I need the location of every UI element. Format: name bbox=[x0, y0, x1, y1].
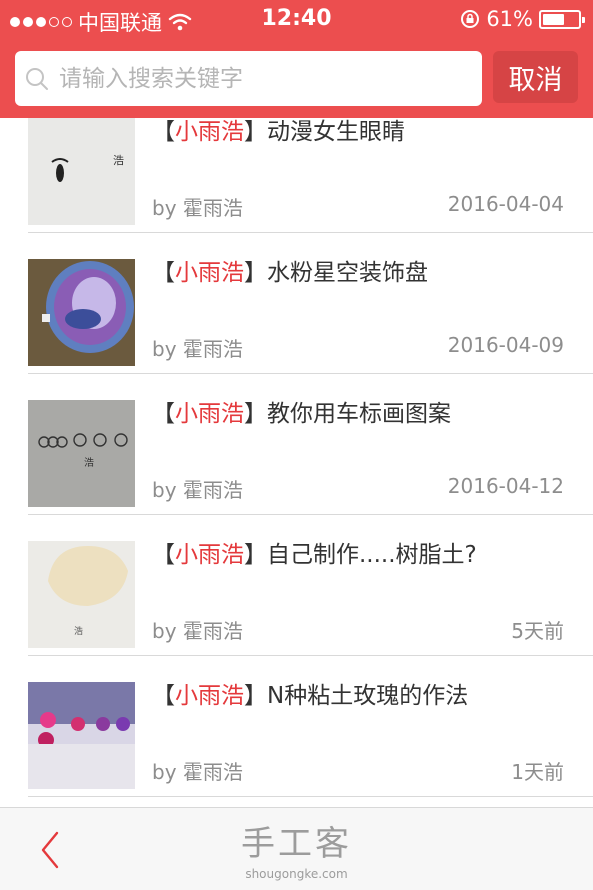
cancel-button[interactable]: 取消 bbox=[493, 51, 578, 103]
item-thumbnail: 浩 bbox=[28, 400, 135, 507]
bottom-bar: 手工客 shougongke.com bbox=[0, 807, 593, 890]
item-title: 【小雨浩】N种粘土玫瑰的作法 bbox=[152, 676, 468, 710]
rotation-lock-icon bbox=[461, 10, 480, 28]
list-item[interactable]: 浩 【小雨浩】动漫女生眼睛 by 霍雨浩 2016-04-04 bbox=[0, 118, 593, 247]
title-text: 自己制作.....树脂土? bbox=[267, 542, 477, 568]
item-author: by 霍雨浩 bbox=[152, 337, 243, 361]
result-list: 浩【小雨浩】动漫女生眼睛 by 霍雨浩 2016-04-04 【小雨浩】水粉星空装饰盘… bbox=[0, 118, 593, 807]
svg-text:浩: 浩 bbox=[113, 154, 124, 167]
item-thumbnail bbox=[28, 682, 135, 789]
search-box[interactable] bbox=[15, 51, 482, 106]
svg-text:浩: 浩 bbox=[84, 457, 94, 469]
battery-icon bbox=[539, 9, 585, 29]
title-text: N种粘土玫瑰的作法 bbox=[267, 683, 469, 709]
title-text: 水粉星空装饰盘 bbox=[267, 260, 428, 286]
item-divider bbox=[28, 655, 593, 656]
title-bracket-close: 】 bbox=[244, 119, 267, 145]
header-bar: 中国联通 12:40 61% 请输入搜索关键字 取消 bbox=[0, 0, 593, 118]
item-divider bbox=[28, 796, 593, 797]
status-bar: 中国联通 12:40 61% bbox=[0, 0, 593, 38]
title-author-tag: 小雨浩 bbox=[175, 119, 244, 145]
title-text: 教你用车标画图案 bbox=[267, 401, 451, 427]
item-author: by 霍雨浩 bbox=[152, 478, 243, 502]
site-logo: 手工客 shougongke.com bbox=[0, 816, 593, 881]
list-item[interactable]: 【小雨浩】N种粘土玫瑰的作法 by 霍雨浩 1天前 bbox=[0, 670, 593, 807]
title-author-tag: 小雨浩 bbox=[175, 683, 244, 709]
item-date: 5天前 bbox=[511, 619, 564, 643]
title-bracket-open: 【 bbox=[152, 260, 175, 286]
title-bracket-close: 】 bbox=[244, 683, 267, 709]
item-divider bbox=[28, 232, 593, 233]
item-title: 【小雨浩】自己制作.....树脂土? bbox=[152, 535, 477, 569]
item-date: 2016-04-12 bbox=[447, 474, 564, 498]
item-author: by 霍雨浩 bbox=[152, 196, 243, 220]
item-author: by 霍雨浩 bbox=[152, 760, 243, 784]
title-bracket-open: 【 bbox=[152, 683, 175, 709]
item-divider bbox=[28, 514, 593, 515]
logo-domain: shougongke.com bbox=[245, 867, 348, 881]
title-bracket-open: 【 bbox=[152, 542, 175, 568]
list-item[interactable]: 浩 【小雨浩】自己制作.....树脂土? by 霍雨浩 5天前 bbox=[0, 529, 593, 670]
item-title: 【小雨浩】教你用车标画图案 bbox=[152, 394, 451, 428]
title-author-tag: 小雨浩 bbox=[175, 260, 244, 286]
title-bracket-close: 】 bbox=[244, 542, 267, 568]
title-bracket-close: 】 bbox=[244, 401, 267, 427]
item-thumbnail bbox=[28, 259, 135, 366]
title-author-tag: 小雨浩 bbox=[175, 542, 244, 568]
battery-fill bbox=[543, 13, 564, 25]
title-author-tag: 小雨浩 bbox=[175, 401, 244, 427]
item-title: 【小雨浩】水粉星空装饰盘 bbox=[152, 253, 428, 287]
title-bracket-open: 【 bbox=[152, 401, 175, 427]
item-date: 2016-04-04 bbox=[447, 192, 564, 216]
search-input[interactable] bbox=[59, 58, 459, 99]
svg-text:浩: 浩 bbox=[74, 625, 83, 637]
list-item[interactable]: 浩 【小雨浩】教你用车标画图案 by 霍雨浩 2016-04-12 bbox=[0, 388, 593, 529]
list-item[interactable]: 【小雨浩】水粉星空装饰盘 by 霍雨浩 2016-04-09 bbox=[0, 247, 593, 388]
item-thumbnail: 浩 bbox=[28, 541, 135, 648]
item-author: by 霍雨浩 bbox=[152, 619, 243, 643]
item-divider bbox=[28, 373, 593, 374]
battery-percent: 61% bbox=[486, 7, 533, 31]
status-right: 61% bbox=[460, 7, 585, 31]
title-bracket-open: 【 bbox=[152, 119, 175, 145]
item-date: 1天前 bbox=[511, 760, 564, 784]
title-bracket-close: 】 bbox=[244, 260, 267, 286]
item-title: 【小雨浩】动漫女生眼睛 bbox=[152, 118, 405, 146]
item-thumbnail: 浩 bbox=[28, 118, 135, 225]
logo-brand: 手工客 bbox=[241, 824, 352, 864]
title-text: 动漫女生眼睛 bbox=[267, 119, 405, 145]
item-date: 2016-04-09 bbox=[447, 333, 564, 357]
search-icon bbox=[15, 51, 59, 106]
